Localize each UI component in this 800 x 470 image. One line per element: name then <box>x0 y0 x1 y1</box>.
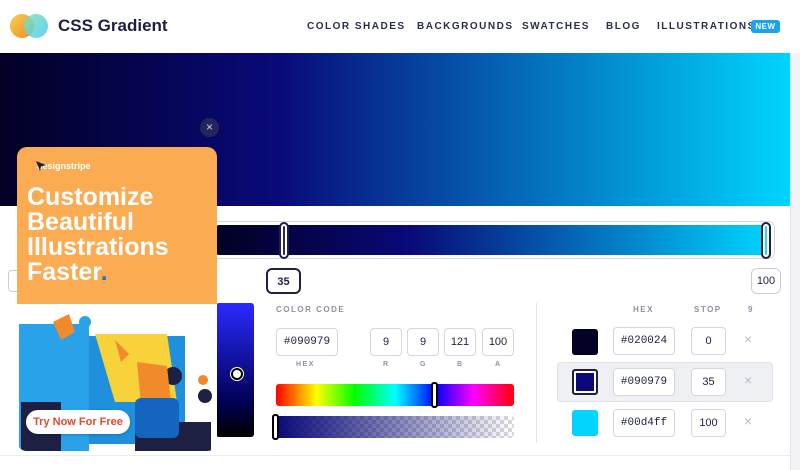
ad-headline-line-4: Faster. <box>27 260 212 285</box>
stop-position-100[interactable]: 100 <box>751 268 781 294</box>
picker-cursor[interactable] <box>231 368 243 380</box>
page-scrollbar[interactable] <box>790 53 800 470</box>
nav-illustrations[interactable]: ILLUSTRATIONS <box>657 21 756 32</box>
stop-value-3[interactable]: 100 <box>691 409 726 437</box>
new-badge: NEW <box>751 20 780 33</box>
ad-headline: Customize Beautiful Illustrations Faster… <box>27 185 212 285</box>
stops-hex-header: HEX <box>633 305 654 314</box>
b-label: B <box>457 361 464 368</box>
stop-swatch-2[interactable] <box>572 369 598 395</box>
gradient-bar[interactable] <box>216 225 770 255</box>
stop-hex-1[interactable]: #020024 <box>613 327 675 355</box>
stop-position-35[interactable]: 35 <box>266 268 301 294</box>
stop-swatch-1[interactable] <box>572 329 598 355</box>
g-label: G <box>420 361 427 368</box>
hex-label: HEX <box>296 361 315 368</box>
ad-close-icon[interactable]: × <box>200 118 219 137</box>
stop-handle-100[interactable] <box>761 222 771 259</box>
r-input[interactable]: 9 <box>370 328 402 356</box>
delete-stop-1-icon[interactable]: × <box>744 331 752 347</box>
panel-divider <box>536 303 537 443</box>
stop-swatch-3[interactable] <box>572 410 598 436</box>
nav-swatches[interactable]: SWATCHES <box>522 21 590 32</box>
g-input[interactable]: 9 <box>407 328 439 356</box>
stop-hex-2[interactable]: #090979 <box>613 368 675 396</box>
a-input[interactable]: 100 <box>482 328 514 356</box>
alpha-slider-thumb[interactable] <box>272 414 279 440</box>
ad-headline-dot: . <box>100 258 108 286</box>
r-label: R <box>383 361 390 368</box>
ad-card[interactable]: designstripe Customize Beautiful Illustr… <box>17 147 217 451</box>
stop-value-1[interactable]: 0 <box>691 327 726 355</box>
ad-headline-line-2: Beautiful <box>27 208 134 236</box>
hue-slider[interactable] <box>276 384 514 406</box>
hex-input[interactable]: #090979 <box>276 328 338 356</box>
ad-headline-word-4: Faster <box>27 258 101 286</box>
color-code-title: COLOR CODE <box>276 305 346 314</box>
hue-slider-thumb[interactable] <box>431 382 438 408</box>
stops-stop-header: STOP <box>694 305 722 314</box>
alpha-slider[interactable] <box>276 416 514 438</box>
delete-stop-3-icon[interactable]: × <box>744 413 752 429</box>
b-input[interactable]: 121 <box>444 328 476 356</box>
site-header: CSS Gradient COLOR SHADES BACKGROUNDS SW… <box>0 0 800 53</box>
bottom-divider <box>0 455 790 456</box>
stop-handle-35[interactable] <box>279 222 289 259</box>
stop-value-2[interactable]: 35 <box>691 368 726 396</box>
a-label: A <box>495 361 502 368</box>
brand-title[interactable]: CSS Gradient <box>58 16 168 36</box>
stop-hex-3[interactable]: #00d4ff <box>613 409 675 437</box>
ad-headline-line-1: Customize <box>27 183 154 211</box>
logo-icon[interactable] <box>10 14 50 38</box>
nav-blog[interactable]: BLOG <box>606 21 641 32</box>
ad-brand: designstripe <box>37 161 91 171</box>
try-now-button[interactable]: Try Now For Free <box>26 410 130 434</box>
nav-color-shades[interactable]: COLOR SHADES <box>307 21 406 32</box>
ad-headline-line-3: Illustrations <box>27 233 169 261</box>
delete-stop-2-icon[interactable]: × <box>744 372 752 388</box>
nav-backgrounds[interactable]: BACKGROUNDS <box>417 21 514 32</box>
stops-delete-header: 9 <box>748 305 754 314</box>
